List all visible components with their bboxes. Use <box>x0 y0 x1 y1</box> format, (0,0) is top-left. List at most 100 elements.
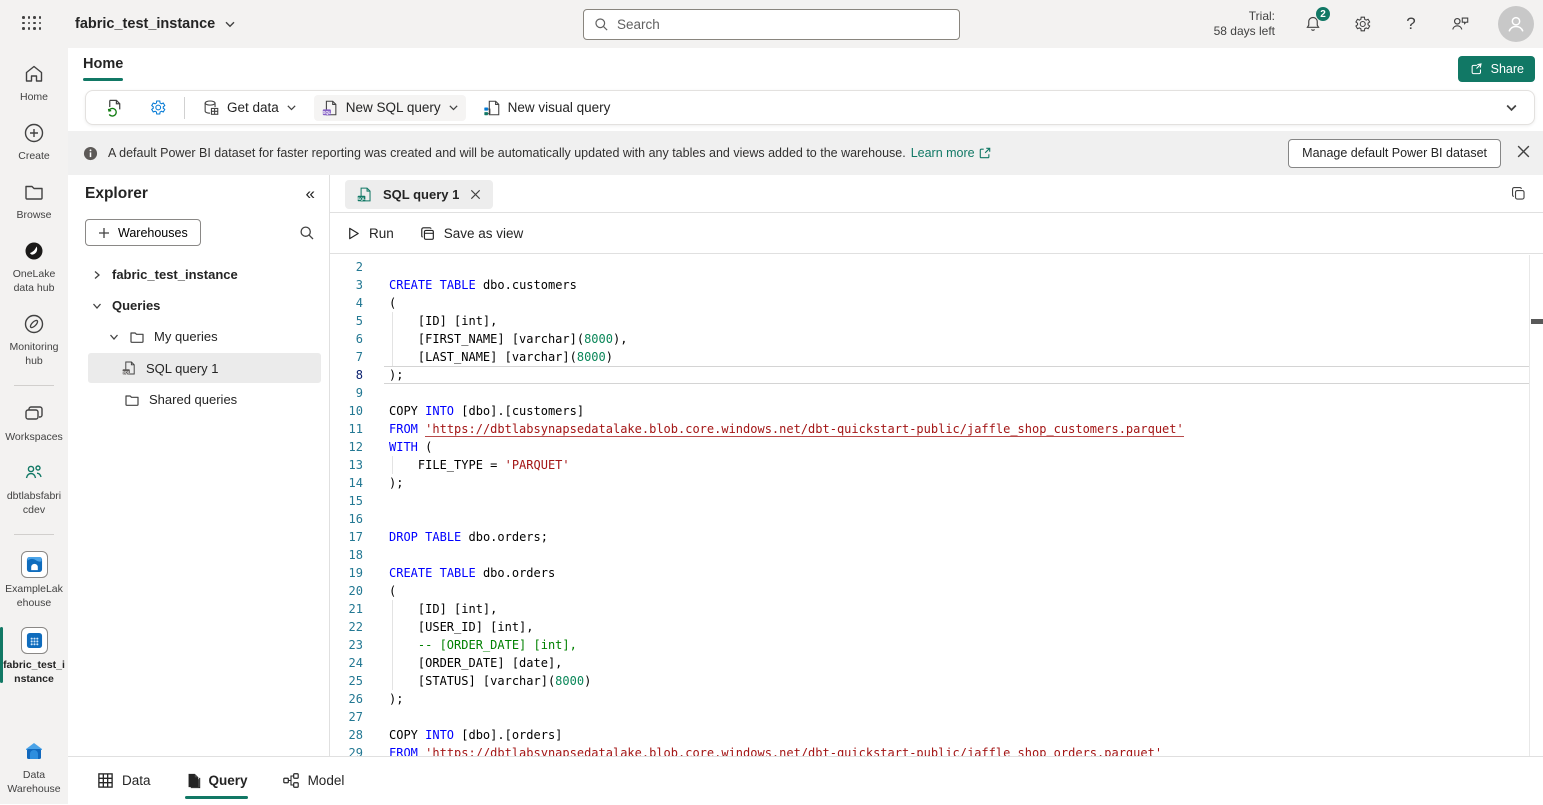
sql-file-icon: SQL <box>356 186 373 203</box>
code-line[interactable]: 8); <box>330 366 1529 384</box>
tree-item-sql-query-1[interactable]: SQL SQL query 1 <box>88 353 321 383</box>
view-tab-model[interactable]: Model <box>282 757 345 805</box>
rail-item-home[interactable]: Home <box>0 60 68 106</box>
code-line[interactable]: 6 [FIRST_NAME] [varchar](8000), <box>330 330 1529 348</box>
settings-gear-icon[interactable] <box>1351 13 1373 35</box>
feedback-icon[interactable] <box>1449 13 1471 35</box>
view-tab-query[interactable]: Query <box>185 757 248 805</box>
tree-item-warehouse[interactable]: fabric_test_instance <box>68 259 329 290</box>
code-line[interactable]: 27 <box>330 708 1529 726</box>
rail-item-dbtlabsfabricdev[interactable]: dbtlabsfabri cdev <box>0 459 68 519</box>
line-number: 22 <box>330 618 363 636</box>
workspace-switcher[interactable]: fabric_test_instance <box>75 12 236 36</box>
code-line[interactable]: 9 <box>330 384 1529 402</box>
query-doc-icon <box>185 772 201 789</box>
copy-icon[interactable] <box>1510 185 1527 202</box>
tree-item-shared-queries[interactable]: Shared queries <box>68 384 329 415</box>
code-line[interactable]: 20( <box>330 582 1529 600</box>
rail-item-fabric-test-instance[interactable]: fabric_test_i nstance <box>0 625 68 688</box>
notifications-bell-icon[interactable]: 2 <box>1302 13 1324 35</box>
code-line[interactable]: 2 <box>330 258 1529 276</box>
banner-close-icon[interactable] <box>1516 144 1531 159</box>
tab-home[interactable]: Home <box>83 56 123 72</box>
code-line[interactable]: 18 <box>330 546 1529 564</box>
code-line[interactable]: 17DROP TABLE dbo.orders; <box>330 528 1529 546</box>
manage-default-dataset-button[interactable]: Manage default Power BI dataset <box>1288 139 1501 168</box>
get-data-button[interactable]: Get data <box>195 95 304 121</box>
code-line[interactable]: 7 [LAST_NAME] [varchar](8000) <box>330 348 1529 366</box>
rail-item-data-warehouse[interactable]: Data Warehouse <box>0 736 68 798</box>
settings-button[interactable] <box>141 94 174 121</box>
visual-query-icon <box>483 99 501 117</box>
code-line[interactable]: 28COPY INTO [dbo].[orders] <box>330 726 1529 744</box>
rail-item-browse[interactable]: Browse <box>0 178 68 224</box>
code-line[interactable]: 22 [USER_ID] [int], <box>330 618 1529 636</box>
code-line[interactable]: 24 [ORDER_DATE] [date], <box>330 654 1529 672</box>
code-line[interactable]: 4( <box>330 294 1529 312</box>
code-line[interactable]: 23 -- [ORDER_DATE] [int], <box>330 636 1529 654</box>
rail-item-onelake-data-hub[interactable]: OneLake data hub <box>0 237 68 297</box>
chevron-down-icon <box>91 301 103 311</box>
tree-item-queries[interactable]: Queries <box>68 290 329 321</box>
trial-status: Trial: 58 days left <box>1214 9 1275 39</box>
code-line[interactable]: 25 [STATUS] [varchar](8000) <box>330 672 1529 690</box>
view-tab-data[interactable]: Data <box>97 757 151 805</box>
help-icon[interactable]: ? <box>1400 13 1422 35</box>
new-sql-query-button[interactable]: SQL New SQL query <box>314 95 466 121</box>
info-banner: A default Power BI dataset for faster re… <box>68 131 1543 175</box>
search-box[interactable] <box>583 9 960 40</box>
main-content: Explorer « Warehouses fabric_test_instan… <box>68 175 1543 756</box>
code-line[interactable]: 11FROM 'https://dbtlabsynapsedatalake.bl… <box>330 420 1529 438</box>
add-warehouses-button[interactable]: Warehouses <box>85 219 201 246</box>
code-line[interactable]: 12WITH ( <box>330 438 1529 456</box>
toolbar-collapse-chevron-icon[interactable] <box>1505 101 1518 114</box>
search-input[interactable] <box>617 17 949 32</box>
app-launcher-icon[interactable] <box>22 16 44 32</box>
close-tab-icon[interactable] <box>469 188 482 201</box>
share-button[interactable]: Share <box>1458 56 1535 82</box>
code-editor[interactable]: 23CREATE TABLE dbo.customers4(5 [ID] [in… <box>330 255 1529 756</box>
refresh-report-button[interactable] <box>98 94 131 121</box>
code-line[interactable]: 10COPY INTO [dbo].[customers] <box>330 402 1529 420</box>
code-line[interactable]: 3CREATE TABLE dbo.customers <box>330 276 1529 294</box>
code-line[interactable]: 14); <box>330 474 1529 492</box>
code-line[interactable]: 29FROM 'https://dbtlabsynapsedatalake.bl… <box>330 744 1529 756</box>
code-line[interactable]: 15 <box>330 492 1529 510</box>
rail-item-monitoring-hub[interactable]: Monitoring hub <box>0 310 68 370</box>
code-text <box>384 492 1529 510</box>
line-number: 10 <box>330 402 363 420</box>
rail-divider <box>14 385 54 386</box>
explorer-tree: fabric_test_instance Queries My queries <box>68 259 329 415</box>
code-text <box>384 510 1529 528</box>
account-avatar[interactable] <box>1498 6 1534 42</box>
collapse-panel-icon[interactable]: « <box>306 184 315 204</box>
code-line[interactable]: 16 <box>330 510 1529 528</box>
code-line[interactable]: 5 [ID] [int], <box>330 312 1529 330</box>
code-line[interactable]: 19CREATE TABLE dbo.orders <box>330 564 1529 582</box>
code-line[interactable]: 13 FILE_TYPE = 'PARQUET' <box>330 456 1529 474</box>
code-text: ); <box>384 690 1529 708</box>
rail-divider <box>14 534 54 535</box>
code-text: [ORDER_DATE] [date], <box>384 654 1529 672</box>
rail-item-workspaces[interactable]: Workspaces <box>0 400 68 446</box>
learn-more-link[interactable]: Learn more <box>911 146 991 160</box>
toolbar-divider <box>184 97 185 119</box>
splitter-handle[interactable] <box>1531 319 1543 324</box>
rail-item-create[interactable]: Create <box>0 119 68 165</box>
rail-item-examplelakehouse[interactable]: ExampleLak ehouse <box>0 549 68 612</box>
code-text: COPY INTO [dbo].[orders] <box>384 726 1529 744</box>
svg-text:SQL: SQL <box>122 370 130 374</box>
tree-item-my-queries[interactable]: My queries <box>68 321 329 352</box>
save-as-view-button[interactable]: Save as view <box>420 226 524 242</box>
explorer-search-icon[interactable] <box>299 225 315 241</box>
run-button[interactable]: Run <box>346 226 394 241</box>
chevron-down-icon <box>108 332 120 342</box>
code-text: FROM 'https://dbtlabsynapsedatalake.blob… <box>384 744 1529 756</box>
plus-icon <box>98 227 110 239</box>
code-line[interactable]: 21 [ID] [int], <box>330 600 1529 618</box>
code-line[interactable]: 26); <box>330 690 1529 708</box>
new-visual-query-button[interactable]: New visual query <box>476 95 618 121</box>
tab-sql-query-1[interactable]: SQL SQL query 1 <box>345 180 493 209</box>
model-diagram-icon <box>282 772 300 789</box>
left-nav-rail: Home Create Browse OneLake data hub Moni… <box>0 48 68 804</box>
